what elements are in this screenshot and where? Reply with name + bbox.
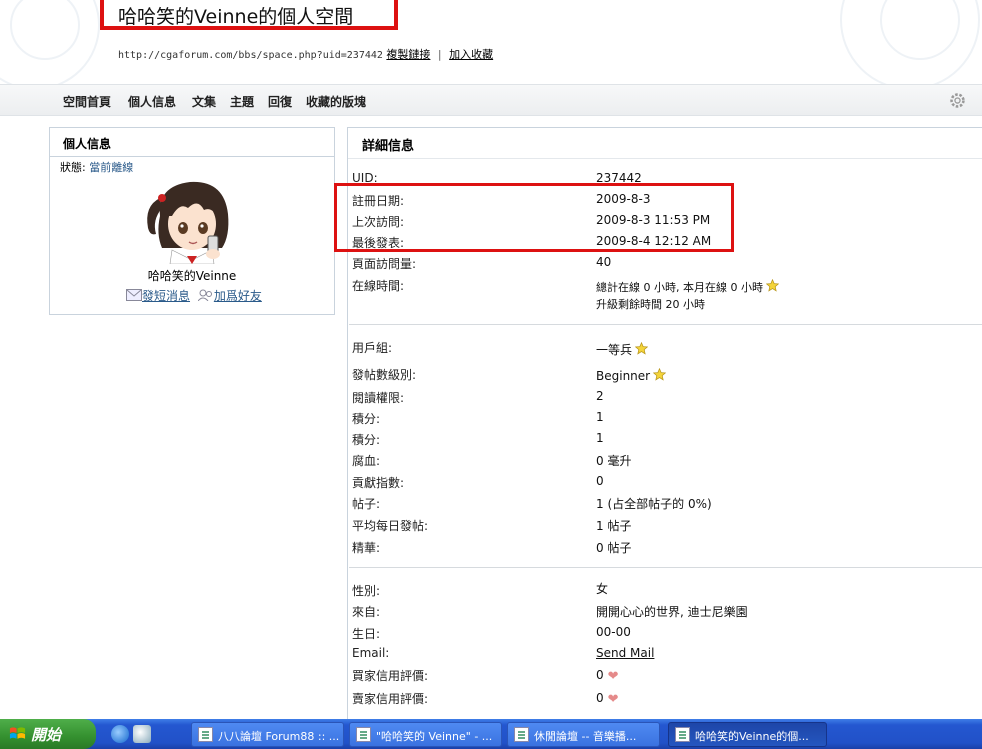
detail-label: 生日: [352,627,381,641]
taskbar-item[interactable]: "哈哈笑的 Veinne" - ... [349,722,502,747]
detail-value: 女 [596,582,609,596]
detail-value: 0 [596,474,604,488]
profile-actions: 發短消息 加爲好友 [126,287,262,304]
add-friend-button[interactable]: 加爲好友 [214,289,262,303]
detail-value: 1 帖子 [596,519,632,533]
gear-icon[interactable] [949,92,966,109]
detail-label: 腐血: [352,454,381,468]
upgrade-time-value: 升級剩餘時間 20 小時 [596,298,705,311]
seller-credit-value: 0 [596,691,604,705]
detail-value: 00-00 [596,625,631,639]
user-group-value: 一等兵 [596,343,633,357]
window-icon [514,727,529,742]
detail-value: 1 [596,431,604,445]
detail-value: 2 [596,389,604,403]
task-label: 休閒論壇 -- 音樂播... [534,730,637,743]
nav-item-replies[interactable]: 回復 [268,93,292,110]
detail-label: 發帖數級別: [352,368,417,382]
copy-link-button[interactable]: 複製鏈接 [386,48,430,61]
add-friend-icon [197,289,212,302]
online-time-value: 總計在線 0 小時, 本月在線 0 小時 [596,281,763,294]
detail-label: 閱讀權限: [352,391,405,405]
taskbar-item[interactable]: 休閒論壇 -- 音樂播... [507,722,660,747]
detail-value: Beginner [596,368,667,383]
detail-label: 平均每日發帖: [352,519,429,533]
space-url: http://cgaforum.com/bbs/space.php?uid=23… [118,50,383,61]
task-label: 哈哈笑的Veinne的個... [695,730,809,743]
buyer-credit-value: 0 [596,668,604,682]
post-level-value: Beginner [596,369,651,383]
detail-label: 頁面訪問量: [352,257,417,271]
detail-label: 性別: [352,584,381,598]
detail-label: 精華: [352,541,381,555]
highlight-box [100,0,398,30]
profile-heading: 個人信息 [50,128,334,157]
detail-label: Email: [352,646,390,660]
username: 哈哈笑的Veinne [147,269,237,283]
taskbar: 開始 八八論壇 Forum88 :: ... "哈哈笑的 Veinne" - .… [0,719,982,749]
profile-card: 個人信息 狀態: 當前離線 哈哈笑的Veinne 發短消息 加爲好友 [49,127,335,315]
detail-value: 一等兵 [596,341,649,358]
detail-value: 0 ❤ [596,668,619,684]
nav-item-space-home[interactable]: 空間首頁 [63,93,111,110]
star-icon [765,279,779,292]
start-button[interactable]: 開始 [0,719,96,749]
star-icon [653,368,667,381]
detail-value: 40 [596,255,612,269]
section-divider [349,324,982,325]
detail-value: 1 (占全部帖子的 0%) [596,497,712,511]
nav-item-profile[interactable]: 個人信息 [128,93,176,110]
detail-value: 開開心心的世界, 迪士尼樂園 [596,605,748,619]
heart-icon: ❤ [607,669,619,684]
detail-label: 在線時間: [352,279,405,293]
heart-icon: ❤ [607,692,619,707]
task-label: 八八論壇 Forum88 :: ... [218,730,340,743]
window-icon [198,727,213,742]
detail-label: 帖子: [352,497,381,511]
nav-item-topics[interactable]: 主題 [230,93,254,110]
detail-label: 來自: [352,605,381,619]
start-label: 開始 [31,726,62,744]
detail-value: 0 ❤ [596,691,619,707]
star-icon [635,342,649,355]
nav-item-favorite-boards[interactable]: 收藏的版塊 [306,93,366,110]
avatar[interactable] [142,176,242,264]
detail-label: 買家信用評價: [352,669,429,683]
details-heading: 詳細信息 [348,128,982,159]
section-divider [349,567,982,568]
send-message-button[interactable]: 發短消息 [142,289,190,303]
show-desktop-icon[interactable] [133,725,151,743]
status-label: 狀態: [60,161,86,174]
window-icon [675,727,690,742]
detail-label: 用戶組: [352,341,393,355]
detail-label: 積分: [352,433,381,447]
status-value: 當前離線 [89,161,134,174]
send-mail-link[interactable]: Send Mail [596,646,654,660]
highlight-box [334,183,734,252]
detail-label: 賣家信用評價: [352,692,429,706]
detail-value: 0 毫升 [596,454,632,468]
window-icon [356,727,371,742]
detail-value: 1 [596,410,604,424]
taskbar-item[interactable]: 八八論壇 Forum88 :: ... [191,722,344,747]
nav-item-articles[interactable]: 文集 [192,93,216,110]
detail-value: 總計在線 0 小時, 本月在線 0 小時 [596,279,779,295]
space-nav: 空間首頁 個人信息 文集 主題 回復 收藏的版塊 [0,84,982,116]
separator: | [437,48,442,61]
taskbar-item-active[interactable]: 哈哈笑的Veinne的個... [668,722,827,747]
url-line: http://cgaforum.com/bbs/space.php?uid=23… [118,46,493,62]
detail-value: 0 帖子 [596,541,632,555]
task-label: "哈哈笑的 Veinne" - ... [376,730,493,743]
page-header: 哈哈笑的Veinne的個人空間 http://cgaforum.com/bbs/… [0,0,982,84]
ie-icon[interactable] [111,725,129,743]
detail-label: 積分: [352,412,381,426]
detail-label: 貢獻指數: [352,476,405,490]
status-line: 狀態: 當前離線 [60,159,133,175]
windows-logo-icon [9,727,26,739]
envelope-icon [126,289,142,301]
add-favorite-button[interactable]: 加入收藏 [449,48,493,61]
